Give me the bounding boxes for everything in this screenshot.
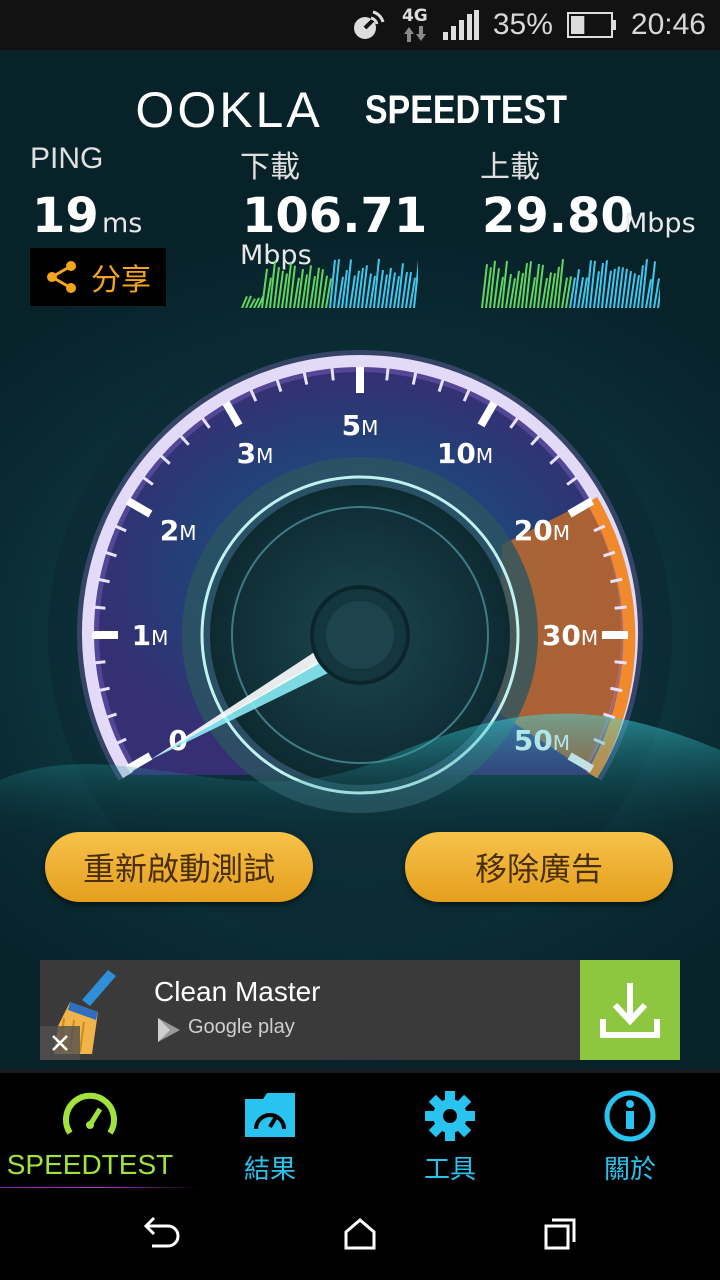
share-icon [47, 261, 76, 293]
share-button[interactable]: 分享 [30, 248, 166, 306]
nav-results-label: 結果 [243, 1155, 296, 1185]
network-type-icon: 4G [401, 5, 429, 43]
signal-icon [442, 10, 479, 40]
speedtest-screen: 01M2M3M5M10M20M30M50M OOKLA SPEEDTEST PI… [0, 50, 720, 1070]
speedometer-icon [0, 1089, 180, 1143]
google-play-icon [158, 1018, 180, 1042]
back-icon [143, 1216, 180, 1248]
network-type-label: 4G [401, 5, 428, 26]
home-button[interactable] [330, 1208, 390, 1260]
upload-unit: Mbps [624, 208, 696, 239]
data-arrows-icon [403, 25, 426, 42]
status-bar: 4G 35% 20:46 [0, 0, 720, 50]
ad-download-button[interactable] [580, 960, 680, 1060]
nav-results[interactable]: 結果 [180, 1073, 360, 1191]
close-icon [52, 1035, 68, 1051]
upload-label: 上載 [480, 151, 540, 184]
speedtest-logo: SPEEDTEST [364, 87, 567, 132]
gear-icon [360, 1089, 540, 1143]
upload-sparkline [481, 259, 660, 308]
sparkline-stroke [657, 286, 660, 308]
upload-value: 29.80 [482, 188, 634, 244]
gauge-label-unit: M [256, 444, 273, 468]
ping-unit: ms [102, 208, 143, 239]
nav-about[interactable]: 關於 [540, 1073, 720, 1191]
gauge-label-unit: M [179, 521, 196, 545]
recents-icon [544, 1218, 576, 1250]
gauge-minor-tick [385, 368, 390, 381]
gauge-hub-center [326, 601, 394, 669]
nav-about-label: 關於 [603, 1155, 656, 1185]
gauge-minor-tick [614, 605, 627, 610]
restart-test-button[interactable]: 重新啟動測試 [45, 832, 313, 902]
gauge-minor-tick [93, 605, 106, 610]
gauge-label-unit: M [476, 444, 493, 468]
back-button[interactable] [130, 1208, 190, 1260]
download-value: 106.71 [242, 188, 428, 244]
nav-speedtest[interactable]: SPEEDTEST [0, 1073, 200, 1191]
nav-speedtest-label: SPEEDTEST [6, 1149, 174, 1180]
battery-percent: 35% [492, 8, 553, 41]
system-navigation-bar [0, 1188, 720, 1280]
ad-title: Clean Master [154, 976, 321, 1007]
gauge-minor-tick [614, 660, 627, 665]
gauge-label-unit: M [151, 626, 168, 650]
ad-store-label: Google play [188, 1016, 295, 1038]
ping-value: 19 [32, 188, 99, 244]
download-icon [600, 983, 660, 1038]
download-label: 下載 [240, 151, 300, 184]
ad-banner[interactable]: Clean Master Google play [40, 960, 680, 1060]
gauge-minor-tick [93, 660, 106, 665]
gauge-label-unit: M [361, 416, 378, 440]
battery-icon [566, 12, 617, 38]
ad-close-button[interactable] [40, 1026, 80, 1060]
gauge-label-unit: M [581, 626, 598, 650]
ping-label: PING [30, 142, 104, 175]
download-sparkline [241, 258, 418, 308]
remove-ads-button[interactable]: 移除廣告 [405, 832, 673, 902]
nav-tools[interactable]: 工具 [360, 1073, 540, 1191]
info-icon [540, 1089, 720, 1143]
home-icon [344, 1218, 376, 1250]
app-header: OOKLA SPEEDTEST [0, 80, 720, 140]
share-label: 分享 [91, 263, 151, 298]
results-folder-icon [180, 1089, 360, 1143]
clock: 20:46 [630, 8, 706, 41]
gauge-minor-tick [330, 368, 335, 381]
bottom-navigation: SPEEDTEST 結果 工具 關於 [0, 1070, 720, 1191]
gauge-label-unit: M [553, 521, 570, 545]
nfc-icon [351, 8, 387, 42]
nav-tools-label: 工具 [423, 1155, 476, 1185]
ookla-logo: OOKLA [135, 82, 323, 138]
recents-button[interactable] [530, 1208, 590, 1260]
